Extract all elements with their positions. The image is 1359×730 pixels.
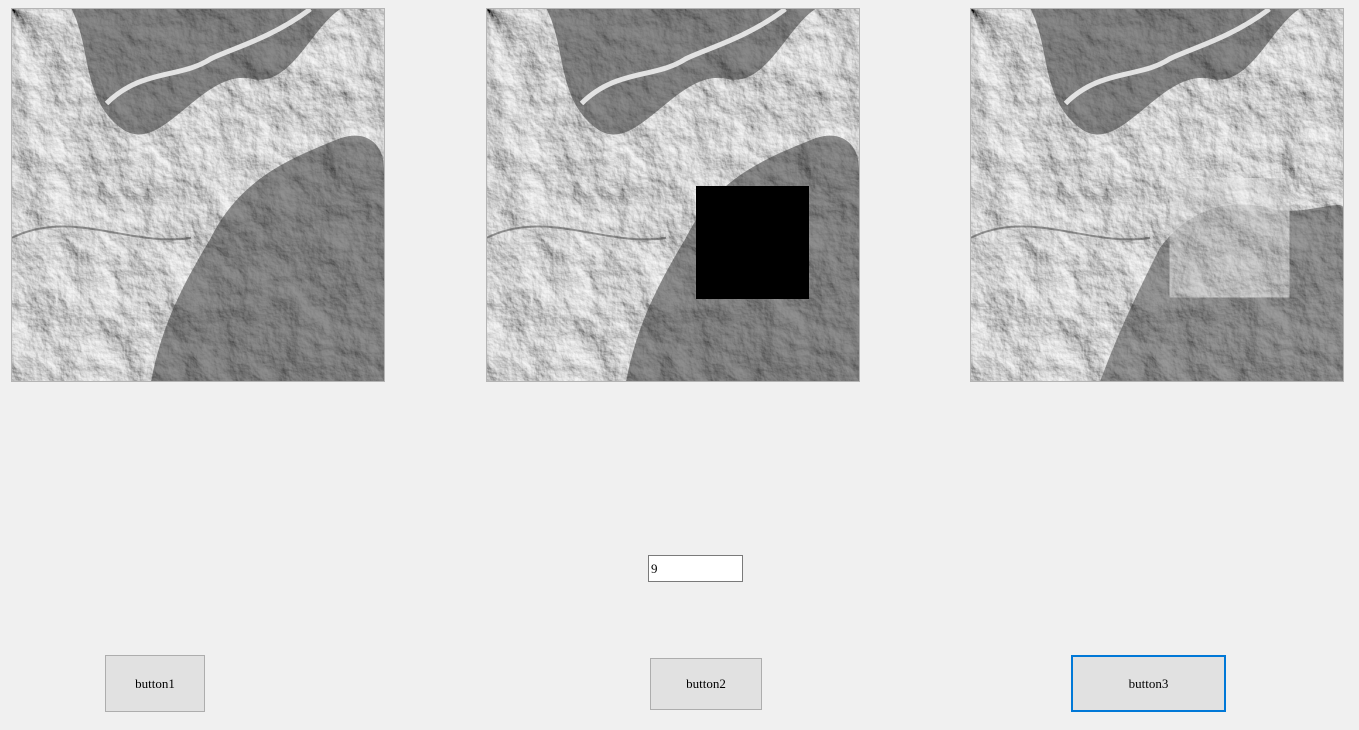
button1-label: button1 (135, 675, 175, 691)
original-image (11, 8, 385, 382)
button1[interactable]: button1 (105, 655, 205, 712)
result-image (970, 8, 1344, 382)
button2[interactable]: button2 (650, 658, 762, 710)
button3[interactable]: button3 (1071, 655, 1226, 712)
masked-image (486, 8, 860, 382)
number-input[interactable] (648, 555, 743, 582)
button2-label: button2 (686, 676, 726, 691)
button3-label: button3 (1128, 675, 1169, 691)
black-mask-region (696, 186, 809, 299)
